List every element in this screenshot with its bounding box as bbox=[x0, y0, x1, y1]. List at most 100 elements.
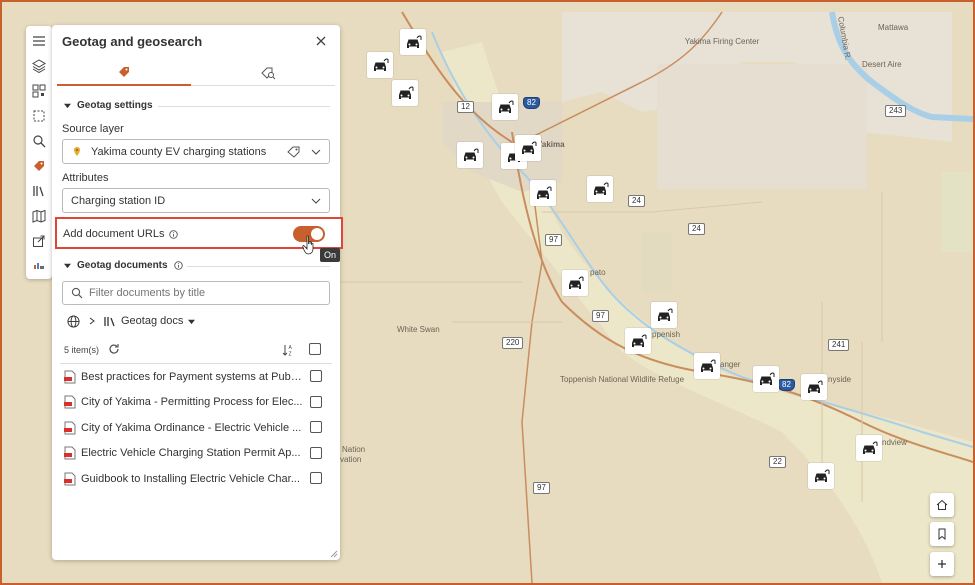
document-checkbox[interactable] bbox=[310, 472, 322, 484]
source-layer-select[interactable]: Yakima county EV charging stations bbox=[62, 139, 330, 164]
document-checkbox[interactable] bbox=[310, 395, 322, 408]
caret-down-icon bbox=[64, 263, 71, 269]
chevron-down-icon bbox=[311, 198, 321, 204]
select-area-icon[interactable] bbox=[26, 103, 52, 128]
road-shield-22: 22 bbox=[769, 456, 786, 468]
search-icon[interactable] bbox=[26, 128, 52, 153]
home-button[interactable] bbox=[930, 493, 954, 517]
bookmark-button[interactable] bbox=[930, 522, 954, 546]
panel-title: Geotag and geosearch bbox=[62, 34, 203, 49]
menu-icon[interactable] bbox=[26, 28, 52, 53]
info-icon[interactable] bbox=[168, 229, 178, 239]
refresh-icon[interactable] bbox=[108, 343, 120, 355]
svg-text:A: A bbox=[289, 345, 293, 351]
document-list-item[interactable]: Electric Vehicle Charging Station Permit… bbox=[60, 441, 332, 467]
library-icon bbox=[104, 316, 115, 326]
qr-code-icon[interactable] bbox=[26, 78, 52, 103]
layers-icon[interactable] bbox=[26, 53, 52, 78]
ev-charging-station-icon[interactable] bbox=[400, 29, 426, 55]
breadcrumb: Geotag docs bbox=[67, 314, 196, 328]
label-firing-center: Yakima Firing Center bbox=[685, 37, 760, 46]
road-shield-241: 241 bbox=[828, 339, 850, 351]
label-white-swan: White Swan bbox=[397, 325, 440, 334]
road-shield-i82: 82 bbox=[523, 97, 540, 109]
ev-charging-station-icon[interactable] bbox=[651, 302, 677, 328]
chevron-right-icon bbox=[89, 317, 95, 325]
add-document-urls-row: Add document URLs bbox=[55, 217, 343, 249]
geotag-settings-heading: Geotag settings bbox=[77, 100, 153, 111]
document-list: Best practices for Payment systems at Pu… bbox=[60, 363, 332, 492]
document-title: City of Yakima - Permitting Process for … bbox=[81, 396, 303, 409]
ev-charging-station-icon[interactable] bbox=[457, 142, 483, 168]
road-shield-24a: 24 bbox=[628, 195, 645, 207]
label-mattawa: Mattawa bbox=[878, 23, 909, 32]
road-shield-220: 220 bbox=[502, 337, 524, 349]
document-list-item[interactable]: City of Yakima Ordinance - Electric Vehi… bbox=[60, 415, 332, 441]
road-shield-97c: 97 bbox=[533, 482, 550, 494]
label-nation: Nation bbox=[342, 445, 365, 454]
tag-icon bbox=[119, 67, 129, 77]
share-icon[interactable] bbox=[26, 229, 52, 254]
ev-charging-station-icon[interactable] bbox=[515, 135, 541, 161]
ev-charging-station-icon[interactable] bbox=[367, 52, 393, 78]
library-icon[interactable] bbox=[26, 179, 52, 204]
document-title: Best practices for Payment systems at Pu… bbox=[81, 370, 303, 383]
search-icon bbox=[71, 287, 83, 299]
app-frame: Yakima Firing Center Mattawa Desert Aire… bbox=[0, 0, 975, 585]
ev-charging-station-icon[interactable] bbox=[801, 374, 827, 400]
info-icon[interactable] bbox=[173, 261, 183, 270]
road-shield-97a: 97 bbox=[545, 234, 562, 246]
pdf-file-icon bbox=[64, 370, 76, 384]
resize-handle-icon[interactable] bbox=[328, 548, 338, 558]
pdf-file-icon bbox=[64, 446, 76, 460]
document-list-item[interactable]: City of Yakima - Permitting Process for … bbox=[60, 390, 332, 416]
zoom-in-button[interactable] bbox=[930, 552, 954, 576]
road-shield-243: 243 bbox=[885, 105, 907, 117]
ev-charging-station-icon[interactable] bbox=[694, 353, 720, 379]
pdf-file-icon bbox=[64, 421, 76, 435]
ev-charging-station-icon[interactable] bbox=[625, 328, 651, 354]
close-icon[interactable] bbox=[314, 34, 328, 48]
ev-charging-station-icon[interactable] bbox=[530, 180, 556, 206]
ev-charging-station-icon[interactable] bbox=[562, 270, 588, 296]
tab-geosearch[interactable] bbox=[201, 60, 335, 86]
ev-charging-station-icon[interactable] bbox=[856, 435, 882, 461]
select-all-checkbox[interactable] bbox=[309, 343, 321, 355]
document-list-item[interactable]: Best practices for Payment systems at Pu… bbox=[60, 364, 332, 390]
toggle-tooltip: On bbox=[320, 248, 341, 262]
road-shield-24b: 24 bbox=[688, 223, 705, 235]
pdf-file-icon bbox=[64, 472, 76, 486]
esri-logo-icon[interactable] bbox=[26, 254, 52, 279]
svg-text:Z: Z bbox=[289, 352, 292, 358]
label-sunnyside: nyside bbox=[828, 375, 852, 384]
document-checkbox[interactable] bbox=[310, 370, 322, 382]
breadcrumb-folder[interactable]: Geotag docs bbox=[104, 315, 196, 327]
document-checkbox[interactable] bbox=[310, 446, 322, 459]
document-list-item[interactable]: Guidbook to Installing Electric Vehicle … bbox=[60, 466, 332, 492]
filter-documents-field[interactable] bbox=[62, 281, 330, 305]
map-icon[interactable] bbox=[26, 204, 52, 229]
geotag-icon[interactable] bbox=[26, 153, 52, 178]
ev-charging-station-icon[interactable] bbox=[753, 366, 779, 392]
attributes-label: Attributes bbox=[62, 172, 109, 184]
tab-geotag[interactable] bbox=[57, 60, 191, 86]
label-grandview: ndview bbox=[882, 438, 907, 447]
tag-outline-icon bbox=[287, 146, 300, 158]
add-document-urls-label: Add document URLs bbox=[63, 228, 178, 240]
attributes-select[interactable]: Charging station ID bbox=[62, 188, 330, 213]
globe-icon[interactable] bbox=[67, 314, 80, 328]
label-toppenish-refuge: Toppenish National Wildlife Refuge bbox=[560, 375, 685, 384]
caret-down-icon bbox=[188, 319, 196, 324]
geotag-settings-header[interactable]: Geotag settings bbox=[64, 100, 153, 111]
document-checkbox[interactable] bbox=[310, 421, 322, 433]
item-count: 5 item(s) bbox=[64, 345, 100, 355]
label-yakima: Yakima bbox=[537, 140, 565, 149]
ev-charging-station-icon[interactable] bbox=[808, 463, 834, 489]
sort-az-icon[interactable]: AZ bbox=[282, 343, 296, 357]
document-title: Electric Vehicle Charging Station Permit… bbox=[81, 447, 301, 460]
ev-charging-station-icon[interactable] bbox=[392, 80, 418, 106]
ev-charging-station-icon[interactable] bbox=[587, 176, 613, 202]
ev-charging-station-icon[interactable] bbox=[492, 94, 518, 120]
geotag-documents-header[interactable]: Geotag documents bbox=[64, 260, 183, 271]
filter-documents-input[interactable] bbox=[89, 287, 319, 299]
